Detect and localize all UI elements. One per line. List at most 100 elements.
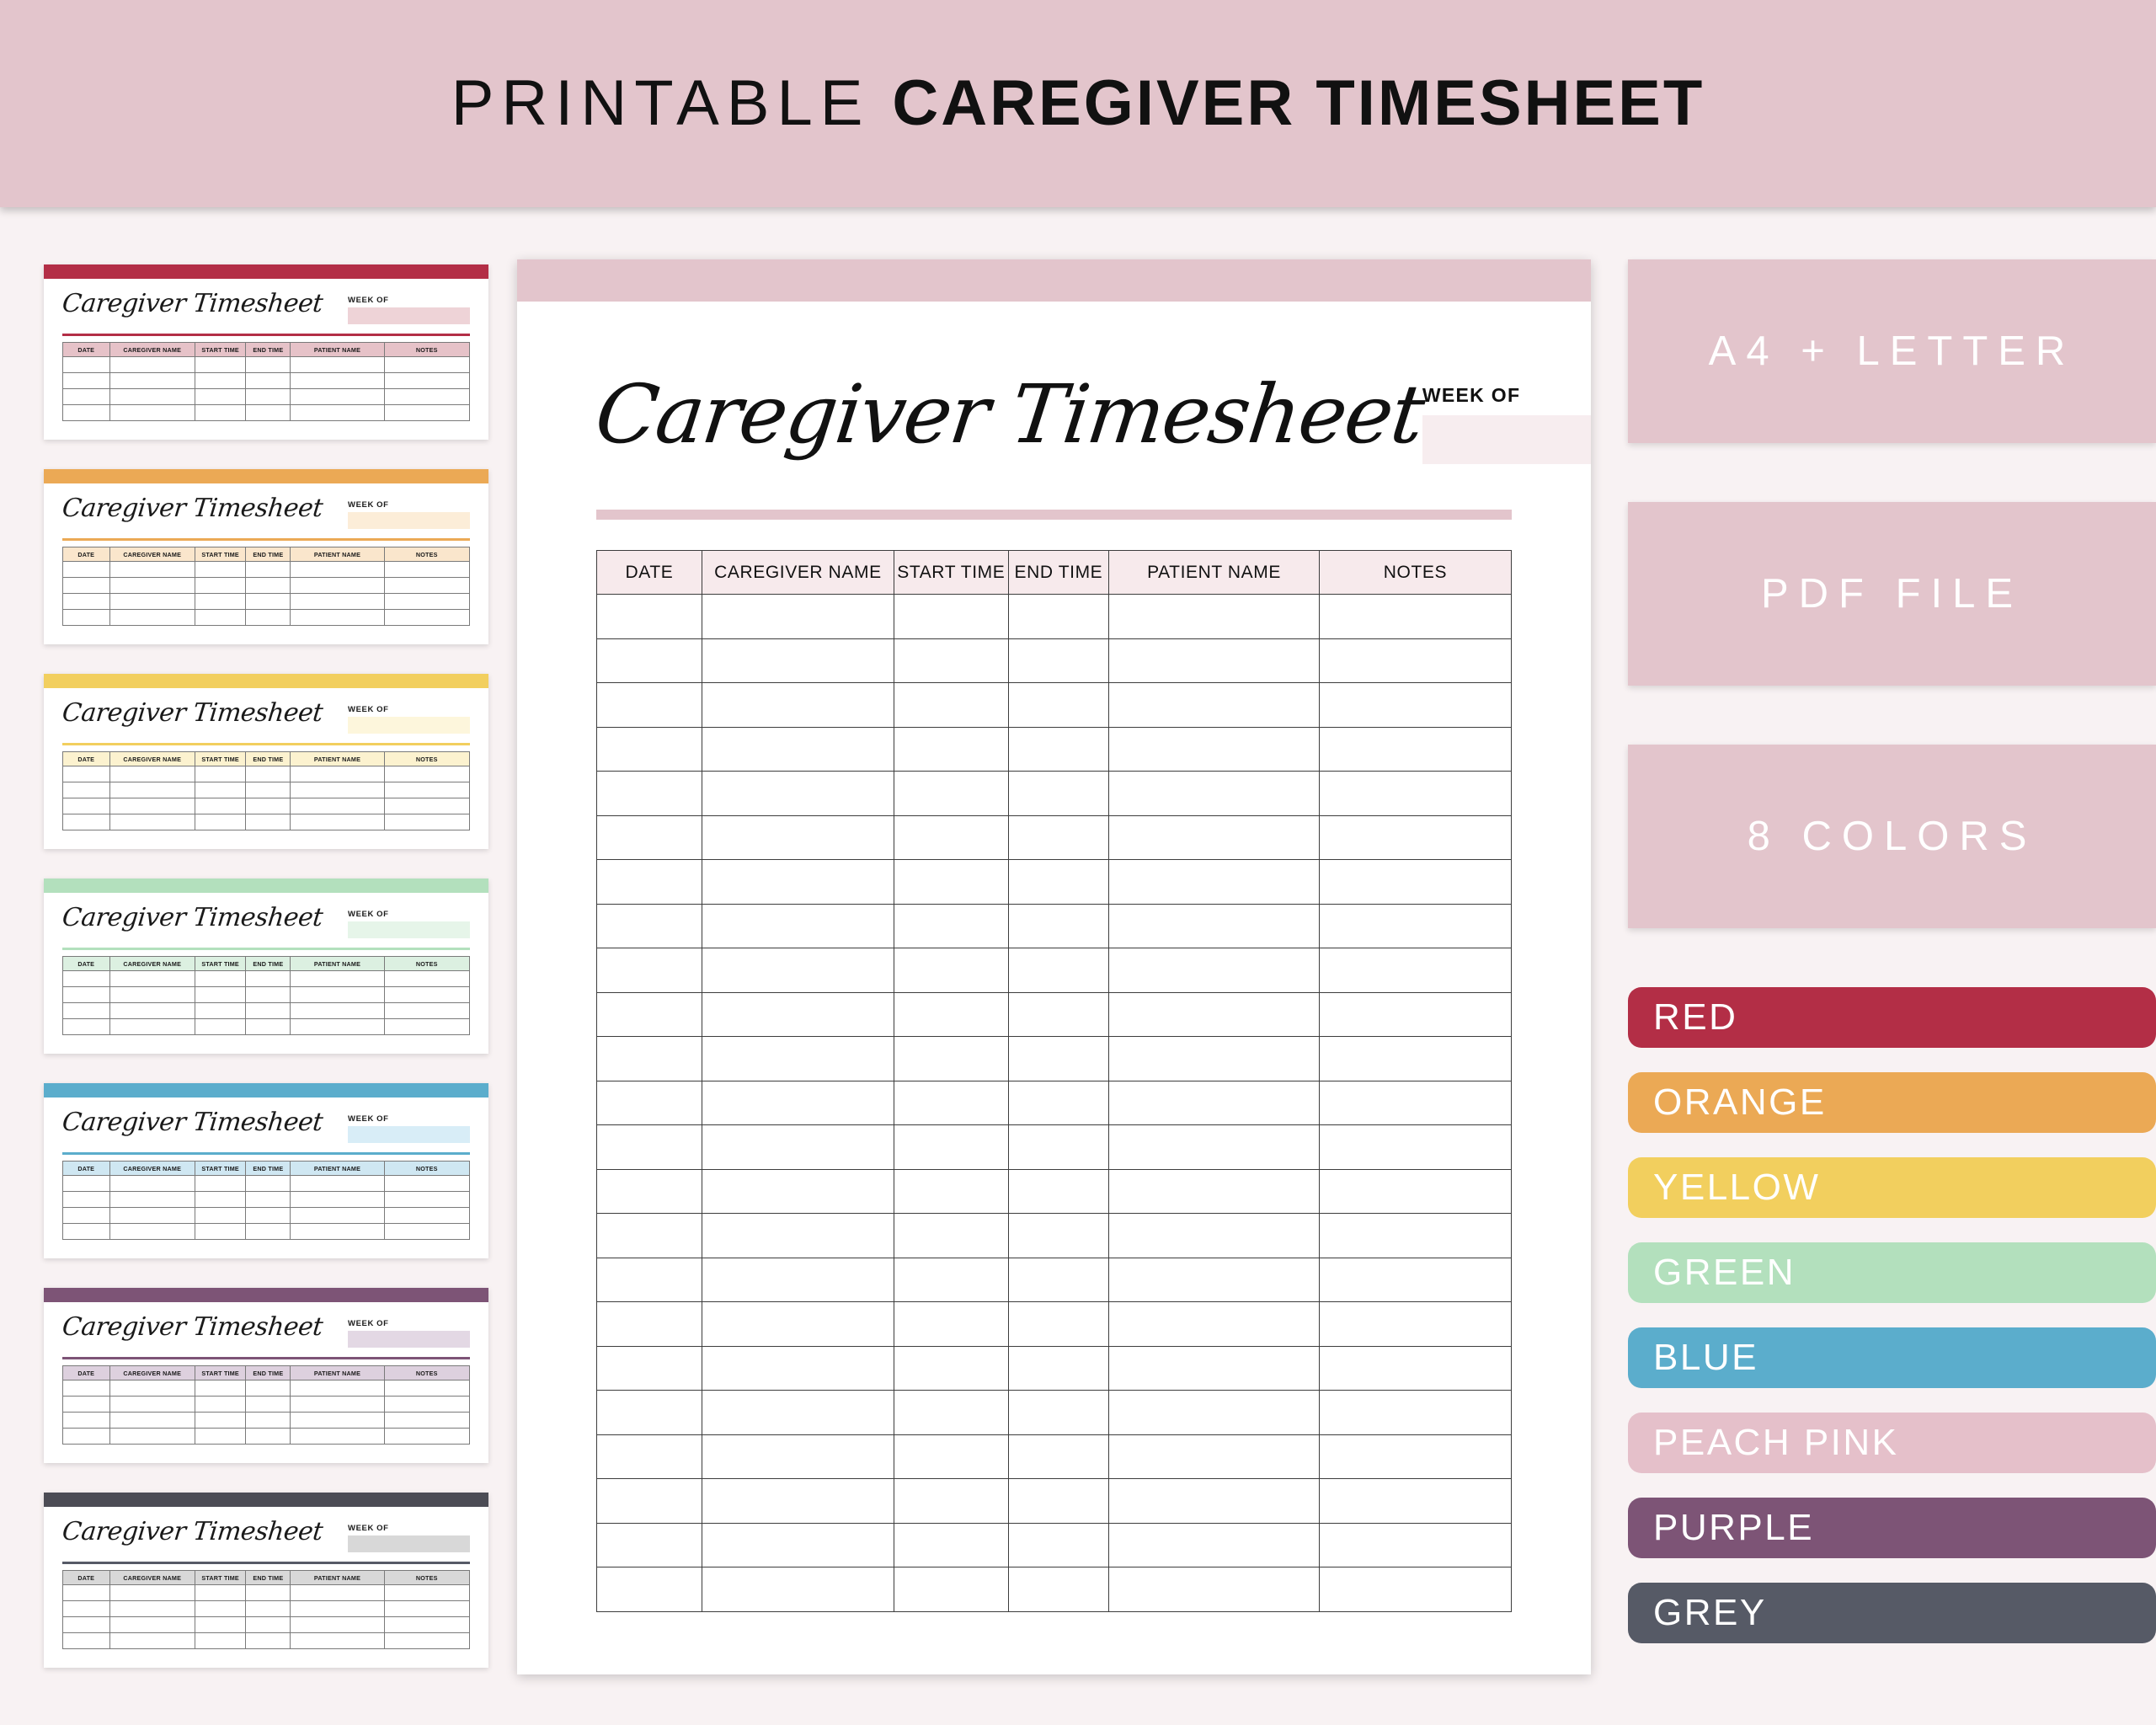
table-cell[interactable] [1108, 1257, 1320, 1302]
table-cell[interactable] [596, 1390, 702, 1435]
table-cell[interactable] [893, 1124, 1009, 1170]
table-cell[interactable] [1108, 903, 1320, 948]
table-cell[interactable] [701, 638, 894, 683]
table-cell[interactable] [893, 859, 1009, 905]
table-cell[interactable] [596, 726, 702, 772]
table-cell[interactable] [1318, 771, 1513, 816]
table-cell[interactable] [701, 948, 894, 993]
table-cell[interactable] [1318, 1080, 1513, 1125]
table-cell[interactable] [1318, 1168, 1513, 1214]
table-cell[interactable] [596, 1124, 702, 1170]
table-cell[interactable] [1007, 991, 1110, 1037]
table-cell[interactable] [1318, 859, 1513, 905]
table-cell[interactable] [1007, 1301, 1110, 1347]
table-cell[interactable] [1318, 814, 1513, 860]
table-cell[interactable] [1318, 1257, 1513, 1302]
thumbnail-card-red[interactable]: Caregiver Timesheet WEEK OF DATE CAREGIVER … [44, 264, 488, 440]
table-cell[interactable] [596, 1434, 702, 1479]
table-cell[interactable] [596, 859, 702, 905]
table-cell[interactable] [1318, 726, 1513, 772]
table-cell[interactable] [1318, 1522, 1513, 1567]
table-cell[interactable] [1318, 1390, 1513, 1435]
table-cell[interactable] [893, 991, 1009, 1037]
table-cell[interactable] [1108, 1390, 1320, 1435]
table-cell[interactable] [893, 1434, 1009, 1479]
table-cell[interactable] [1108, 1301, 1320, 1347]
table-cell[interactable] [893, 1036, 1009, 1081]
table-cell[interactable] [893, 1522, 1009, 1567]
table-cell[interactable] [596, 1478, 702, 1524]
table-cell[interactable] [1108, 1345, 1320, 1391]
table-cell[interactable] [701, 1301, 894, 1347]
table-cell[interactable] [893, 1257, 1009, 1302]
table-cell[interactable] [701, 1567, 894, 1612]
table-cell[interactable] [701, 1036, 894, 1081]
table-cell[interactable] [701, 1124, 894, 1170]
table-cell[interactable] [1007, 1168, 1110, 1214]
table-cell[interactable] [893, 1301, 1009, 1347]
table-cell[interactable] [1007, 1036, 1110, 1081]
table-cell[interactable] [1108, 726, 1320, 772]
thumbnail-card-orange[interactable]: Caregiver Timesheet WEEK OF DATE CAREGIVER … [44, 469, 488, 644]
table-cell[interactable] [893, 814, 1009, 860]
table-cell[interactable] [701, 1390, 894, 1435]
table-cell[interactable] [1108, 1168, 1320, 1214]
table-cell[interactable] [1108, 1036, 1320, 1081]
table-cell[interactable] [701, 1434, 894, 1479]
color-swatch-peach-pink[interactable]: PEACH PINK [1628, 1413, 2156, 1473]
table-cell[interactable] [1007, 682, 1110, 728]
table-cell[interactable] [596, 903, 702, 948]
table-cell[interactable] [893, 1478, 1009, 1524]
table-cell[interactable] [1108, 638, 1320, 683]
table-cell[interactable] [1108, 1080, 1320, 1125]
table-cell[interactable] [893, 1213, 1009, 1258]
table-cell[interactable] [1007, 726, 1110, 772]
thumbnail-card-purple[interactable]: Caregiver Timesheet WEEK OF DATE CAREGIVER … [44, 1288, 488, 1463]
table-cell[interactable] [1108, 991, 1320, 1037]
table-cell[interactable] [1318, 991, 1513, 1037]
table-cell[interactable] [701, 1345, 894, 1391]
table-cell[interactable] [893, 1390, 1009, 1435]
table-cell[interactable] [701, 1522, 894, 1567]
table-cell[interactable] [893, 1168, 1009, 1214]
main-preview-page[interactable]: Caregiver Timesheet WEEK OF DATE CAREGIVE… [517, 259, 1591, 1674]
table-cell[interactable] [1108, 1213, 1320, 1258]
table-cell[interactable] [701, 991, 894, 1037]
table-cell[interactable] [701, 903, 894, 948]
table-cell[interactable] [701, 1213, 894, 1258]
table-cell[interactable] [596, 594, 702, 639]
table-cell[interactable] [1318, 1434, 1513, 1479]
table-cell[interactable] [1318, 638, 1513, 683]
table-cell[interactable] [1318, 1036, 1513, 1081]
table-cell[interactable] [701, 814, 894, 860]
table-cell[interactable] [1318, 1124, 1513, 1170]
table-cell[interactable] [596, 1301, 702, 1347]
table-cell[interactable] [1007, 814, 1110, 860]
color-swatch-orange[interactable]: ORANGE [1628, 1072, 2156, 1133]
table-cell[interactable] [596, 771, 702, 816]
table-cell[interactable] [701, 1080, 894, 1125]
color-swatch-blue[interactable]: BLUE [1628, 1327, 2156, 1388]
table-cell[interactable] [1007, 1124, 1110, 1170]
table-cell[interactable] [1007, 638, 1110, 683]
table-cell[interactable] [701, 594, 894, 639]
table-cell[interactable] [596, 1036, 702, 1081]
table-cell[interactable] [1318, 1345, 1513, 1391]
table-cell[interactable] [596, 1080, 702, 1125]
table-cell[interactable] [1007, 903, 1110, 948]
color-swatch-yellow[interactable]: YELLOW [1628, 1157, 2156, 1218]
table-cell[interactable] [596, 1567, 702, 1612]
table-cell[interactable] [1007, 1434, 1110, 1479]
table-cell[interactable] [596, 1213, 702, 1258]
table-cell[interactable] [893, 1345, 1009, 1391]
table-cell[interactable] [893, 1080, 1009, 1125]
table-cell[interactable] [701, 682, 894, 728]
table-cell[interactable] [1318, 594, 1513, 639]
thumbnail-card-blue[interactable]: Caregiver Timesheet WEEK OF DATE CAREGIVER … [44, 1083, 488, 1258]
table-cell[interactable] [596, 1345, 702, 1391]
table-cell[interactable] [1318, 948, 1513, 993]
table-cell[interactable] [1007, 771, 1110, 816]
table-cell[interactable] [1007, 1213, 1110, 1258]
table-cell[interactable] [893, 903, 1009, 948]
table-cell[interactable] [1007, 594, 1110, 639]
